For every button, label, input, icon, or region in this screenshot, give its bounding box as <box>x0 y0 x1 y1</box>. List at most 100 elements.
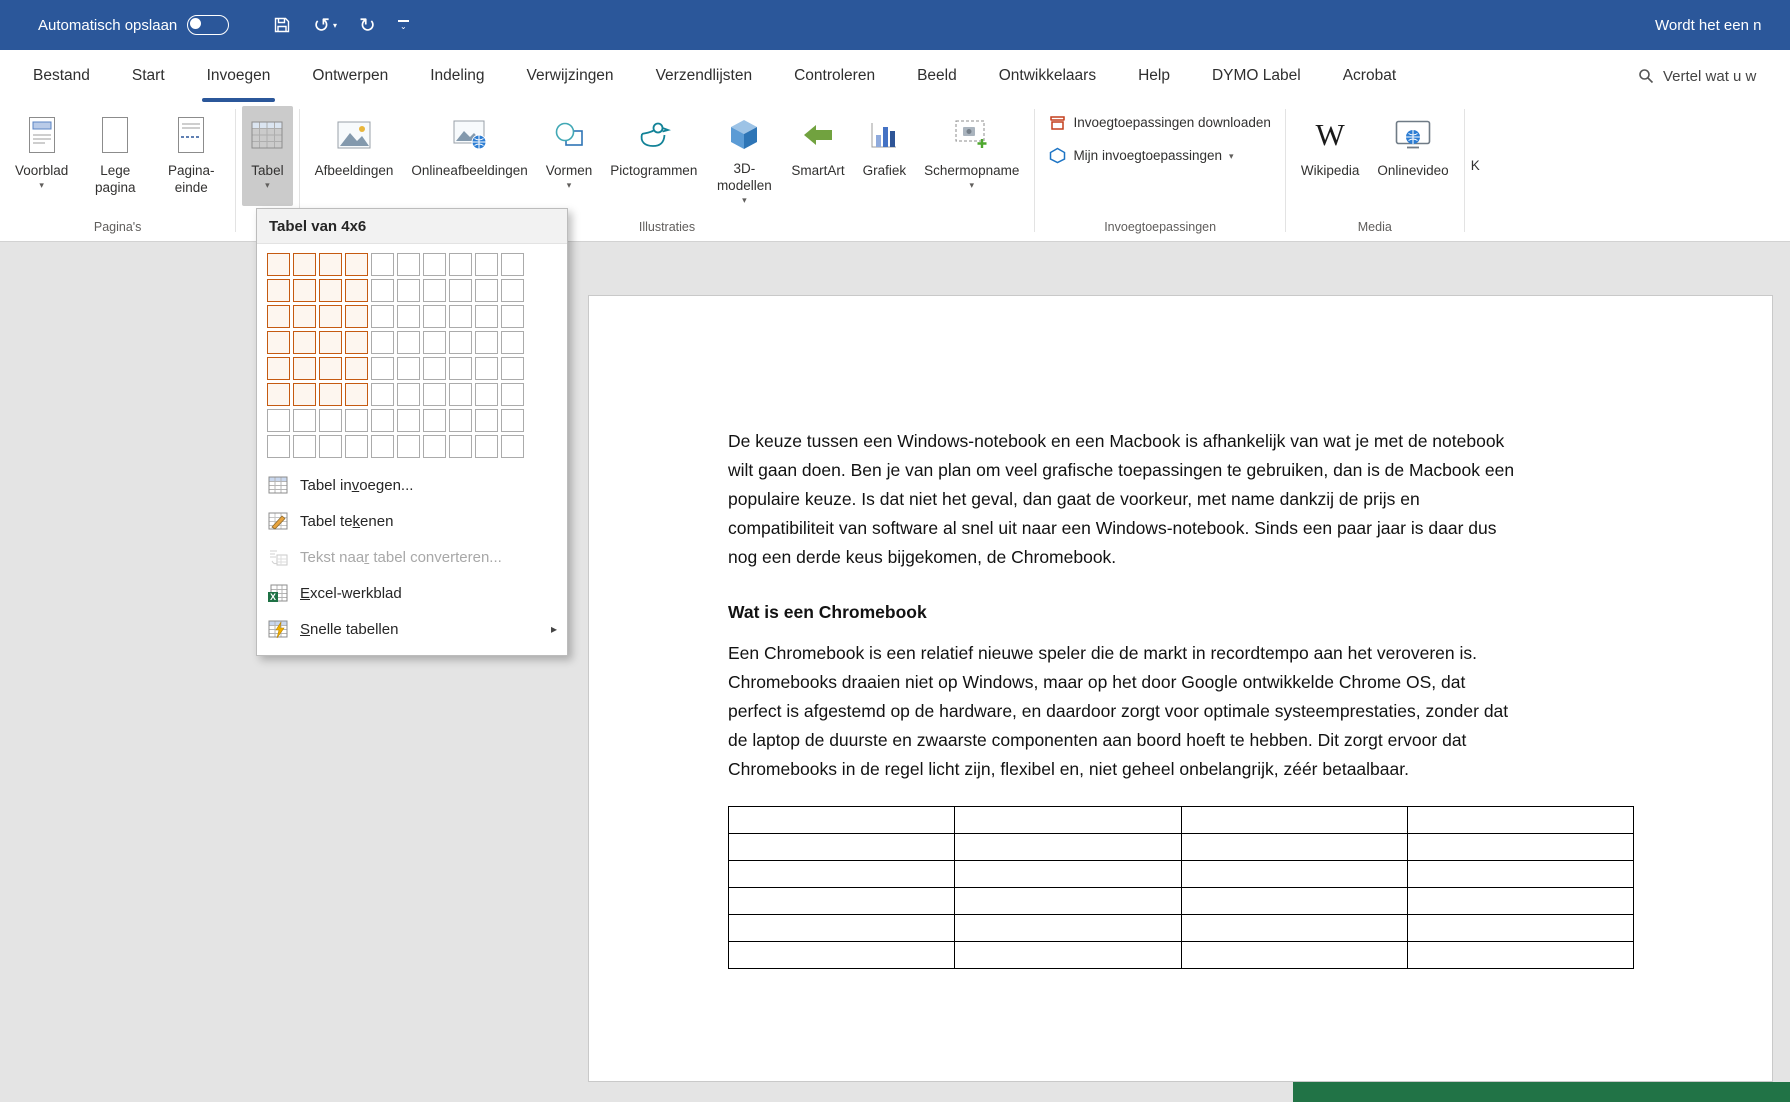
afbeeldingen-button[interactable]: Afbeeldingen <box>306 106 403 206</box>
table-size-cell[interactable] <box>501 409 524 432</box>
table-size-cell[interactable] <box>319 435 342 458</box>
doc-table-cell[interactable] <box>954 860 1182 888</box>
table-size-cell[interactable] <box>293 305 316 328</box>
doc-table-cell[interactable] <box>1406 806 1635 834</box>
table-size-cell[interactable] <box>397 279 420 302</box>
document-page[interactable]: De keuze tussen een Windows-notebook en … <box>588 295 1773 1082</box>
doc-table-cell[interactable] <box>1180 887 1408 915</box>
tell-me-search[interactable]: Vertel wat u w <box>1638 50 1790 102</box>
tab-verwijzingen[interactable]: Verwijzingen <box>506 50 635 102</box>
table-size-cell[interactable] <box>293 409 316 432</box>
table-size-cell[interactable] <box>423 279 446 302</box>
table-size-cell[interactable] <box>475 383 498 406</box>
tab-indeling[interactable]: Indeling <box>409 50 505 102</box>
table-size-cell[interactable] <box>501 253 524 276</box>
doc-table-cell[interactable] <box>1180 833 1408 861</box>
table-size-cell[interactable] <box>475 357 498 380</box>
table-size-cell[interactable] <box>371 409 394 432</box>
table-size-cell[interactable] <box>423 383 446 406</box>
table-size-cell[interactable] <box>423 357 446 380</box>
table-size-cell[interactable] <box>449 383 472 406</box>
table-size-cell[interactable] <box>345 331 368 354</box>
my-addins-button[interactable]: Mijn invoegtoepassingen ▾ <box>1049 147 1270 164</box>
autosave-toggle[interactable] <box>187 15 230 35</box>
doc-table-cell[interactable] <box>727 833 956 861</box>
tabel-button[interactable]: Tabel ▾ <box>242 106 293 206</box>
table-size-cell[interactable] <box>397 435 420 458</box>
table-size-cell[interactable] <box>319 253 342 276</box>
customize-qat-button[interactable]: ⌄ <box>397 19 409 31</box>
doc-table-cell[interactable] <box>727 860 956 888</box>
table-size-cell[interactable] <box>267 331 290 354</box>
doc-table-cell[interactable] <box>727 806 956 834</box>
doc-table-cell[interactable] <box>1180 860 1408 888</box>
table-size-cell[interactable] <box>267 305 290 328</box>
doc-table-cell[interactable] <box>727 914 956 942</box>
table-size-cell[interactable] <box>345 435 368 458</box>
save-button[interactable] <box>273 16 291 34</box>
table-size-cell[interactable] <box>423 253 446 276</box>
tab-ontwerpen[interactable]: Ontwerpen <box>291 50 409 102</box>
doc-table-cell[interactable] <box>727 887 956 915</box>
tab-bestand[interactable]: Bestand <box>12 50 111 102</box>
table-size-cell[interactable] <box>475 331 498 354</box>
table-size-cell[interactable] <box>397 331 420 354</box>
table-size-cell[interactable] <box>345 383 368 406</box>
table-size-cell[interactable] <box>449 357 472 380</box>
table-size-cell[interactable] <box>371 305 394 328</box>
table-size-cell[interactable] <box>501 357 524 380</box>
doc-table-cell[interactable] <box>1180 806 1408 834</box>
table-size-cell[interactable] <box>501 435 524 458</box>
table-size-cell[interactable] <box>293 357 316 380</box>
table-size-cell[interactable] <box>319 331 342 354</box>
doc-table-cell[interactable] <box>954 806 1182 834</box>
table-size-cell[interactable] <box>371 435 394 458</box>
table-size-cell[interactable] <box>267 409 290 432</box>
table-size-cell[interactable] <box>345 357 368 380</box>
table-size-cell[interactable] <box>267 279 290 302</box>
table-size-cell[interactable] <box>397 253 420 276</box>
onlinevideo-button[interactable]: Onlinevideo <box>1368 106 1457 206</box>
table-size-cell[interactable] <box>267 383 290 406</box>
schermopname-button[interactable]: Schermopname ▾ <box>915 106 1028 206</box>
table-size-cell[interactable] <box>371 383 394 406</box>
table-size-cell[interactable] <box>293 331 316 354</box>
table-size-cell[interactable] <box>423 409 446 432</box>
doc-table-cell[interactable] <box>954 887 1182 915</box>
voorblad-button[interactable]: Voorblad ▾ <box>6 106 77 206</box>
table-size-cell[interactable] <box>397 357 420 380</box>
tab-controleren[interactable]: Controleren <box>773 50 896 102</box>
table-size-cell[interactable] <box>319 409 342 432</box>
menu-item-excel-spreadsheet[interactable]: X Excel-werkblad <box>257 575 567 611</box>
table-size-cell[interactable] <box>319 279 342 302</box>
table-size-cell[interactable] <box>345 253 368 276</box>
table-size-cell[interactable] <box>475 435 498 458</box>
table-size-cell[interactable] <box>475 409 498 432</box>
table-size-cell[interactable] <box>319 357 342 380</box>
onlineafbeeldingen-button[interactable]: Onlineafbeeldingen <box>402 106 536 206</box>
table-size-cell[interactable] <box>397 305 420 328</box>
table-size-cell[interactable] <box>371 357 394 380</box>
table-size-cell[interactable] <box>293 279 316 302</box>
lege-pagina-button[interactable]: Lege pagina <box>77 106 153 206</box>
wikipedia-button[interactable]: W Wikipedia <box>1292 106 1369 206</box>
tab-dymo-label[interactable]: DYMO Label <box>1191 50 1322 102</box>
table-size-cell[interactable] <box>449 409 472 432</box>
table-size-cell[interactable] <box>319 305 342 328</box>
table-size-cell[interactable] <box>397 383 420 406</box>
table-size-cell[interactable] <box>501 331 524 354</box>
doc-table-cell[interactable] <box>1180 941 1408 969</box>
tab-beeld[interactable]: Beeld <box>896 50 978 102</box>
tab-ontwikkelaars[interactable]: Ontwikkelaars <box>978 50 1117 102</box>
table-size-cell[interactable] <box>345 409 368 432</box>
doc-table-cell[interactable] <box>954 833 1182 861</box>
smartart-button[interactable]: SmartArt <box>782 106 853 206</box>
table-size-cell[interactable] <box>423 305 446 328</box>
addins-download-button[interactable]: Invoegtoepassingen downloaden <box>1049 114 1271 131</box>
table-size-cell[interactable] <box>293 435 316 458</box>
3d-modellen-button[interactable]: 3D-modellen ▾ <box>706 106 782 206</box>
undo-button[interactable]: ↺ ▾ <box>313 15 337 35</box>
table-size-cell[interactable] <box>371 331 394 354</box>
partial-ribbon-button[interactable]: K <box>1465 102 1487 241</box>
doc-table-cell[interactable] <box>727 941 956 969</box>
